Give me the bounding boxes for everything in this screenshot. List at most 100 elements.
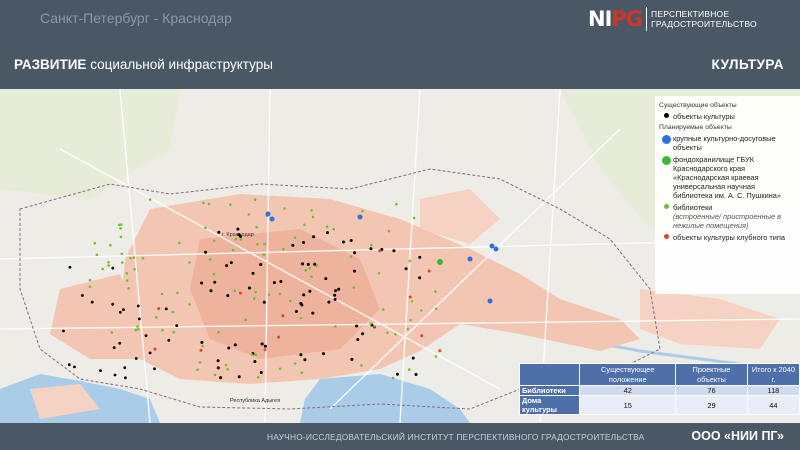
library-marker <box>434 290 437 293</box>
culture-marker <box>136 304 140 308</box>
culture-marker <box>260 342 264 346</box>
library-marker <box>262 253 266 256</box>
library-marker <box>226 368 229 371</box>
row-label: Дома культуры <box>518 395 581 415</box>
culture-marker <box>326 231 329 235</box>
library-marker <box>132 256 136 259</box>
title-bar: РАЗВИТИЕ социальной инфраструктуры КУЛЬТ… <box>0 40 800 89</box>
library-marker <box>395 202 398 206</box>
culture-marker <box>113 373 117 377</box>
culture-marker <box>361 332 365 336</box>
library-marker <box>308 266 312 270</box>
club-marker <box>438 349 442 353</box>
large-culture-marker <box>489 243 495 249</box>
club-marker <box>199 348 203 352</box>
library-marker <box>300 371 304 375</box>
culture-marker <box>353 269 356 273</box>
culture-marker <box>229 261 233 265</box>
library-marker <box>420 309 423 312</box>
culture-marker <box>209 289 213 293</box>
library-marker <box>408 259 412 263</box>
large-culture-marker <box>269 216 275 222</box>
culture-marker <box>200 340 204 344</box>
library-marker <box>394 332 397 336</box>
culture-marker <box>237 233 241 237</box>
library-marker <box>283 207 286 210</box>
library-marker <box>263 242 266 246</box>
library-marker <box>217 330 220 334</box>
large-culture-marker <box>493 246 499 252</box>
library-marker <box>282 247 285 251</box>
library-marker <box>204 226 207 229</box>
black-dot-icon <box>663 113 669 118</box>
culture-marker <box>123 366 127 370</box>
club-marker <box>157 307 161 311</box>
library-marker <box>88 278 92 282</box>
culture-marker <box>411 356 415 360</box>
library-marker <box>101 267 104 271</box>
library-marker <box>172 330 176 334</box>
red-dot-icon <box>663 234 669 239</box>
culture-marker <box>334 289 338 293</box>
table-header-existing: Существующее положение <box>579 363 677 386</box>
stats-table: Существующее положение Проектные объекты… <box>518 363 800 415</box>
library-marker <box>110 331 114 334</box>
blue-dot-icon <box>661 135 671 144</box>
library-marker <box>369 322 373 325</box>
library-marker <box>196 368 199 372</box>
library-marker <box>412 216 416 220</box>
club-marker <box>153 347 157 351</box>
legend-item-fund-storage: фондохранилище ГБУК Краснодарского края … <box>659 155 796 200</box>
culture-marker <box>81 294 84 297</box>
library-marker <box>148 198 152 201</box>
map-legend: Существующие объекты объекты культуры Пл… <box>655 96 800 294</box>
library-marker <box>120 252 124 256</box>
library-marker <box>136 325 139 328</box>
culture-marker <box>353 251 357 255</box>
library-marker <box>95 253 99 257</box>
region-label: Республика Адыгея <box>230 398 280 404</box>
culture-marker <box>369 247 373 251</box>
library-marker <box>171 310 175 314</box>
legend-existing-header: Существующие объекты <box>659 102 737 109</box>
library-marker <box>391 376 395 380</box>
library-marker <box>229 203 232 206</box>
table-row: Дома культуры 15 29 44 <box>518 395 800 415</box>
library-marker <box>253 198 257 201</box>
library-marker <box>410 300 414 303</box>
culture-marker <box>226 294 230 298</box>
library-marker <box>107 264 110 267</box>
library-marker <box>134 328 138 332</box>
library-marker <box>311 215 315 219</box>
library-marker <box>119 227 122 230</box>
library-marker <box>373 325 376 328</box>
culture-marker <box>124 376 127 380</box>
culture-marker <box>111 302 115 306</box>
library-marker <box>278 367 282 371</box>
library-marker <box>141 256 145 260</box>
culture-marker <box>404 267 408 271</box>
library-marker <box>252 297 256 300</box>
library-marker <box>176 291 179 295</box>
library-marker <box>129 256 132 260</box>
culture-marker <box>253 360 257 364</box>
table-row: Библиотеки 42 76 118 <box>518 385 800 396</box>
club-marker <box>420 334 424 338</box>
culture-marker <box>395 372 399 376</box>
niipg-logo: NIPG ПЕРСПЕКТИВНОЕ ГРАДОСТРОИТЕЛЬСТВО <box>588 6 757 32</box>
culture-marker <box>200 281 204 285</box>
culture-marker <box>99 369 102 372</box>
cell-existing: 42 <box>579 385 677 396</box>
library-marker <box>254 353 258 357</box>
culture-marker <box>272 281 276 285</box>
top-bar: Санкт-Петербург - Краснодар NIPG ПЕРСПЕК… <box>0 0 800 38</box>
culture-marker <box>392 249 396 253</box>
library-marker <box>178 241 181 245</box>
library-marker <box>386 331 389 335</box>
library-marker <box>208 258 212 261</box>
library-marker <box>293 236 297 240</box>
library-marker <box>88 285 92 288</box>
library-marker <box>299 316 303 320</box>
culture-marker <box>237 375 241 379</box>
logo-separator <box>646 7 648 31</box>
